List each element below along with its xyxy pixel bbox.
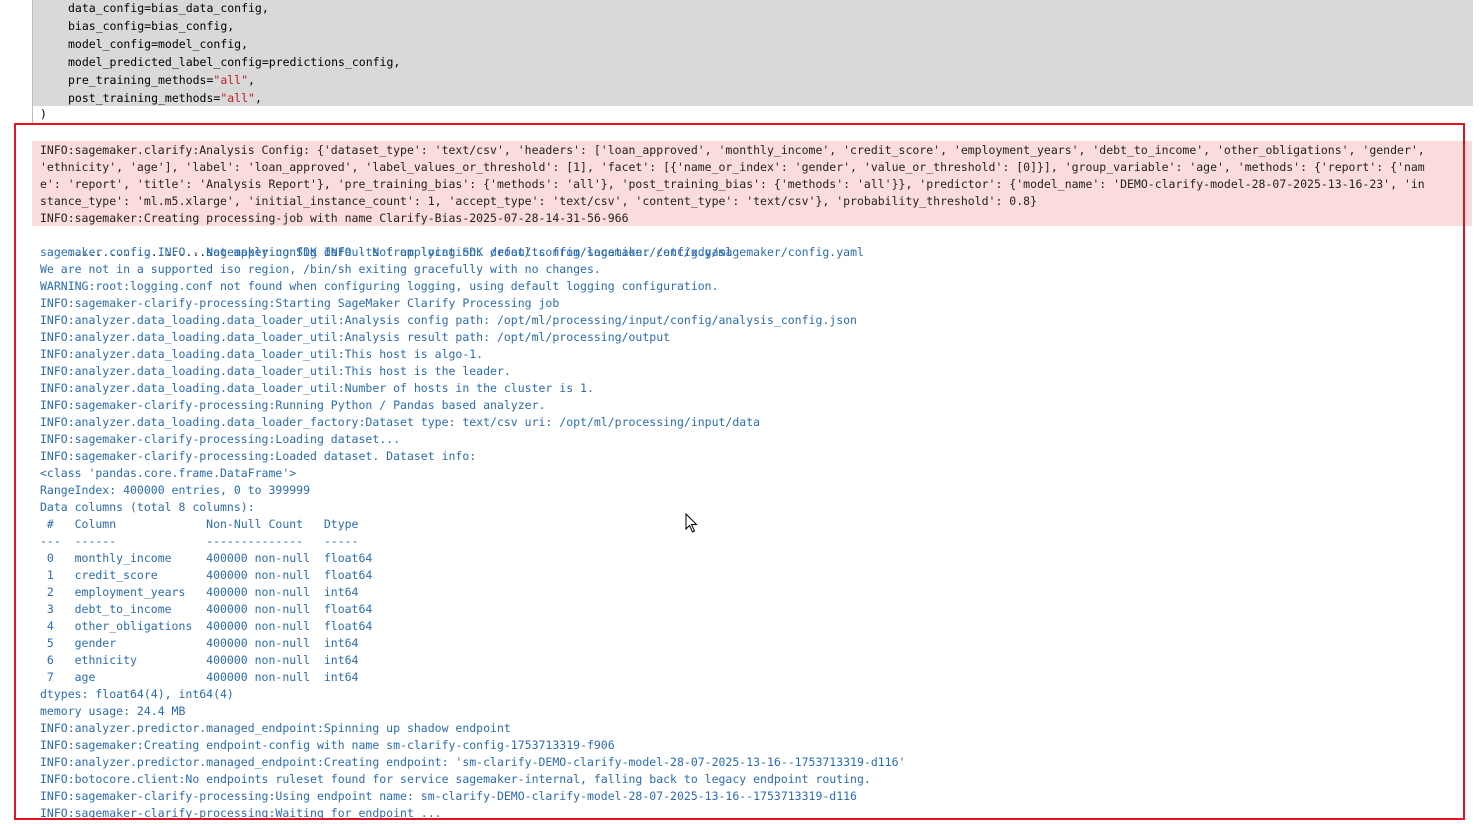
log-line: INFO:analyzer.data_loading.data_loader_u… xyxy=(40,313,857,327)
progress-line: ....................sagemaker.config INF… xyxy=(40,227,864,259)
cell-output: INFO:sagemaker.clarify:Analysis Config: … xyxy=(0,0,1483,824)
log-line: INFO:analyzer.predictor.managed_endpoint… xyxy=(40,721,511,735)
log-line: INFO:sagemaker-clarify-processing:Using … xyxy=(40,789,857,803)
log-line: 3 debt_to_income 400000 non-null float64 xyxy=(40,602,373,616)
log-line: INFO:analyzer.predictor.managed_endpoint… xyxy=(40,755,906,769)
log-line: INFO:sagemaker-clarify-processing:Starti… xyxy=(40,296,560,310)
stderr-line: e': 'report', 'title': 'Analysis Report'… xyxy=(40,177,1425,191)
log-line: WARNING:root:logging.conf not found when… xyxy=(40,279,719,293)
log-line: INFO:sagemaker:Creating endpoint-config … xyxy=(40,738,615,752)
log-line: INFO:sagemaker-clarify-processing:Loaded… xyxy=(40,449,477,463)
log-line: memory usage: 24.4 MB xyxy=(40,704,186,718)
log-line: INFO:botocore.client:No endpoints rulese… xyxy=(40,772,871,786)
stderr-line: INFO:sagemaker.clarify:Analysis Config: … xyxy=(40,143,1425,157)
log-line: 4 other_obligations 400000 non-null floa… xyxy=(40,619,373,633)
stderr-line: 'ethnicity', 'age'], 'label': 'loan_appr… xyxy=(40,160,1425,174)
log-line: 6 ethnicity 400000 non-null int64 xyxy=(40,653,373,667)
log-line: 5 gender 400000 non-null int64 xyxy=(40,636,373,650)
log-line: INFO:analyzer.data_loading.data_loader_u… xyxy=(40,364,511,378)
stderr-line: INFO:sagemaker:Creating processing-job w… xyxy=(40,211,629,225)
log-line: INFO:analyzer.data_loading.data_loader_u… xyxy=(40,330,671,344)
log-line: INFO:analyzer.data_loading.data_loader_f… xyxy=(40,415,761,429)
log-line: <class 'pandas.core.frame.DataFrame'> xyxy=(40,466,297,480)
stderr-line: stance_type': 'ml.m5.xlarge', 'initial_i… xyxy=(40,194,1037,208)
log-line: dtypes: float64(4), int64(4) xyxy=(40,687,234,701)
log-line: --- ------ -------------- ----- xyxy=(40,534,373,548)
log-line: 1 credit_score 400000 non-null float64 xyxy=(40,568,373,582)
log-line: sagemaker.config INFO - Not applying SDK… xyxy=(40,245,733,259)
log-line: 7 age 400000 non-null int64 xyxy=(40,670,373,684)
log-line: INFO:analyzer.data_loading.data_loader_u… xyxy=(40,347,484,361)
log-line: We are not in a supported iso region, /b… xyxy=(40,262,601,276)
log-line: INFO:sagemaker-clarify-processing:Loadin… xyxy=(40,432,401,446)
log-line: # Column Non-Null Count Dtype xyxy=(40,517,373,531)
mouse-pointer-icon xyxy=(685,512,699,533)
log-line: 2 employment_years 400000 non-null int64 xyxy=(40,585,373,599)
log-line: INFO:sagemaker-clarify-processing:Waitin… xyxy=(40,806,442,820)
log-line: RangeIndex: 400000 entries, 0 to 399999 xyxy=(40,483,311,497)
log-line: 0 monthly_income 400000 non-null float64 xyxy=(40,551,373,565)
log-line: INFO:analyzer.data_loading.data_loader_u… xyxy=(40,381,594,395)
log-line: INFO:sagemaker-clarify-processing:Runnin… xyxy=(40,398,546,412)
log-line: Data columns (total 8 columns): xyxy=(40,500,255,514)
